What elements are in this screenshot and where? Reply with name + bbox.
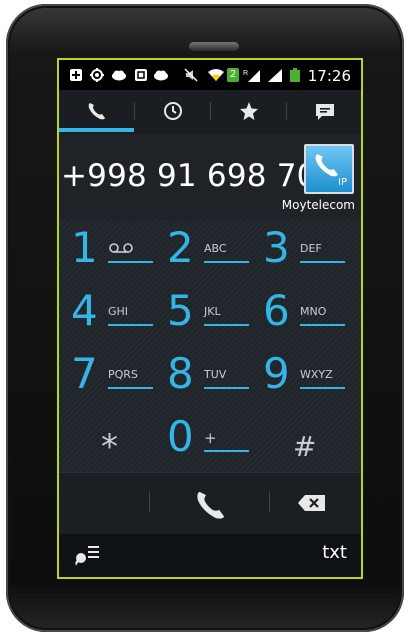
key-letters: GHI [108,305,129,318]
ip-call-button[interactable]: IP [304,144,354,194]
key-4[interactable]: 4 GHI [63,283,159,346]
key-digit: 1 [71,223,98,272]
key-digit: * [101,427,118,467]
key-letters: PQRS [108,368,138,381]
active-tab-indicator [59,128,134,132]
key-letters: WXYZ [300,368,333,381]
key-underline [204,324,249,326]
key-letters: ABC [204,242,227,255]
phone-screen: 2 R 17:26 +998 91 698 70 IP Moytelecom 1… [57,58,363,579]
dialed-number[interactable]: +998 91 698 70 [61,158,317,194]
key-letters: + [204,429,217,447]
key-digit: 2 [167,223,194,272]
voicemail-icon [109,243,133,253]
tab-favorites[interactable] [211,90,286,130]
tab-messages[interactable] [287,90,361,130]
call-icon [197,491,225,519]
notification-badge: 2 [227,68,239,82]
key-digit: 4 [71,286,98,335]
signal-icon: R [243,70,260,82]
backspace-icon [298,495,325,511]
key-underline [204,261,249,263]
mail-icon [135,69,147,81]
key-underline [300,324,345,326]
wifi-icon [208,69,224,81]
backspace-button[interactable] [291,491,331,515]
key-underline [108,324,153,326]
cloud-icon [112,70,126,81]
key-digit: 5 [167,286,194,335]
key-star[interactable]: * [63,409,159,472]
key-digit: 8 [167,349,194,398]
key-7[interactable]: 7 PQRS [63,346,159,409]
add-icon [70,69,82,81]
cloud-icon [154,70,168,81]
tab-phone[interactable] [59,90,134,132]
number-display[interactable]: +998 91 698 70 IP Moytelecom [59,134,361,220]
operator-name: Moytelecom [281,198,355,212]
key-8[interactable]: 8 TUV [159,346,255,409]
key-underline [300,261,345,263]
key-letters: TUV [204,368,227,381]
target-icon [90,68,104,82]
key-digit: 0 [167,412,194,461]
action-divider [149,491,150,513]
dialpad: 1 2 ABC 3 DEF 4 GHI 5 JKL 6 MNO 7 PQRS 8… [59,220,361,472]
key-digit: 6 [263,286,290,335]
speaker-grille [189,42,239,51]
key-underline [204,387,249,389]
key-digit: 9 [263,349,290,398]
key-9[interactable]: 9 WXYZ [255,346,351,409]
action-divider [269,491,270,513]
signal-icon [268,69,282,82]
key-letters: MNO [300,305,327,318]
key-6[interactable]: 6 MNO [255,283,351,346]
svg-text:R: R [243,70,248,77]
txt-button[interactable]: txt [322,542,347,563]
key-0[interactable]: 0 + [159,409,255,472]
key-underline [108,387,153,389]
key-hash[interactable]: # [255,409,351,472]
clock-icon [164,102,182,120]
key-digit: 3 [263,223,290,272]
dial-action-row [59,472,361,535]
status-bar: 2 R 17:26 [59,60,361,90]
mute-icon [184,68,198,82]
key-digit: 7 [71,349,98,398]
key-letters: DEF [300,242,322,255]
tab-recent[interactable] [135,90,210,130]
dialpad-menu-icon [75,546,99,566]
key-underline [108,261,153,263]
tablet-frame: 2 R 17:26 +998 91 698 70 IP Moytelecom 1… [6,4,404,632]
status-time: 17:26 [307,67,351,85]
key-underline [204,450,249,452]
key-letters: JKL [204,305,221,318]
key-5[interactable]: 5 JKL [159,283,255,346]
key-2[interactable]: 2 ABC [159,220,255,283]
key-1[interactable]: 1 [63,220,159,283]
key-underline [300,387,345,389]
phone-icon [315,154,338,177]
phone-icon [88,103,105,120]
ip-label: IP [338,177,347,188]
call-button[interactable] [179,481,241,527]
star-icon [240,102,258,120]
key-3[interactable]: 3 DEF [255,220,351,283]
bottom-bar: txt [59,534,361,577]
dialpad-menu-button[interactable] [73,544,103,568]
dialer-tab-bar [59,90,361,134]
message-icon [316,104,334,120]
battery-icon [290,68,300,82]
key-digit: # [293,430,317,463]
